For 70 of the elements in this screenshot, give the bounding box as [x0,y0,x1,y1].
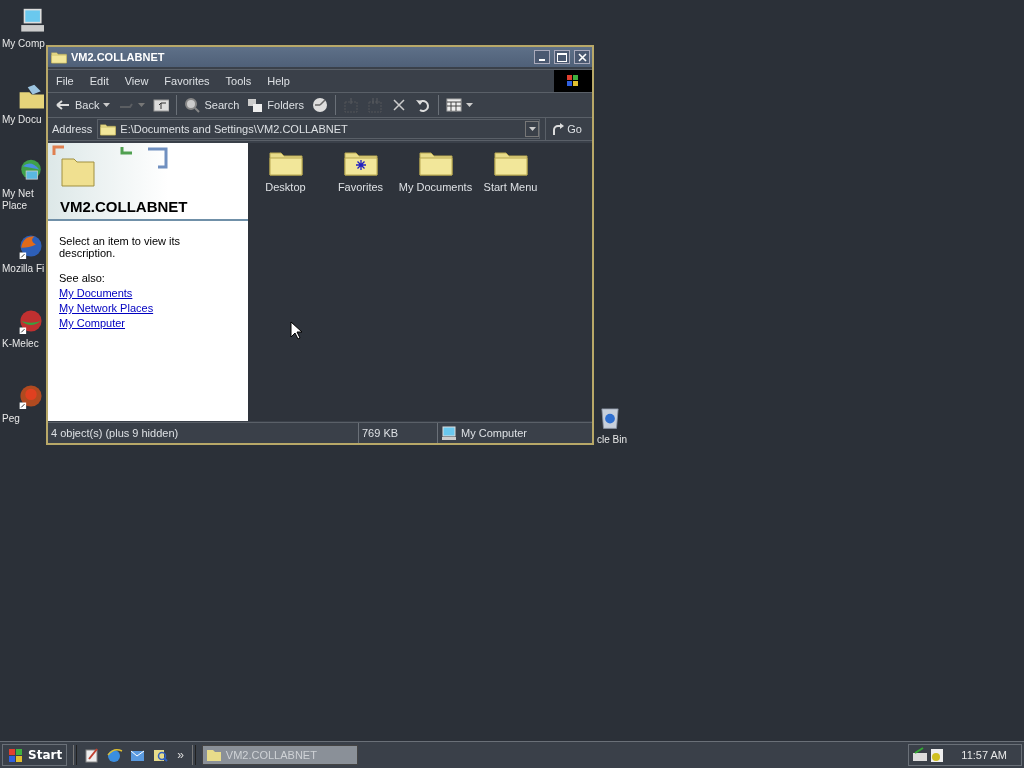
menu-item[interactable]: File [48,75,82,87]
minimize-button[interactable] [534,50,550,64]
link[interactable]: My Computer [59,317,126,329]
status-size: 769 KB [359,423,438,443]
folder-label[interactable]: Desktop [265,181,306,193]
desktop-icon-label: K-Melec [2,338,39,350]
menu-item[interactable]: Help [259,75,298,87]
desktop-icon-label: Place [2,200,27,212]
caret-icon [528,127,536,131]
folder-icon [205,748,222,762]
folder-label[interactable]: Favorites [337,181,384,193]
folder-icon [100,122,117,136]
documents-folder-icon[interactable] [18,84,44,110]
link[interactable]: My Documents [59,287,133,299]
start-button[interactable]: Start [2,744,68,766]
melon-icon[interactable] [18,308,44,334]
desktop-icon-label: My Net [2,188,34,200]
mouse-cursor-icon [290,321,302,340]
caret-icon [138,103,146,107]
folders-icon [247,97,264,113]
up-folder-icon [153,97,170,113]
folder-label[interactable]: My Documents [398,181,473,193]
address-label: Address [52,123,93,135]
desktop-icon-label: cle Bin [597,434,627,446]
more-button[interactable]: » [177,748,184,762]
desktop-icon-label: Mozilla Fi [2,263,45,275]
status-zone: My Computer [461,427,528,439]
globe-icon[interactable] [106,746,124,764]
folders-button[interactable]: Folders [244,95,307,115]
link[interactable]: My Network Places [59,302,154,314]
folder-label[interactable]: Start Menu [483,181,538,193]
maximize-icon [557,52,567,62]
grid-icon [446,97,462,113]
menu-item[interactable]: Favorites [156,75,218,87]
desktop-icon-label: My Comp [2,38,45,50]
computer-icon [441,426,457,440]
description-text: Select an item to view its description. [59,235,182,259]
desktop-icon-label: Peg [2,413,20,425]
status-text: 4 object(s) (plus 9 hidden) [48,423,359,443]
go-arrow-icon [552,123,565,135]
caret-icon [466,103,473,107]
dropdown-button[interactable] [525,121,540,137]
delete-icon [391,97,407,113]
clock: 11:57 AM [961,749,1007,761]
magnifier-icon [184,97,201,113]
computer-icon[interactable] [18,8,44,34]
see-also-label: See also: [59,272,106,284]
views-button[interactable] [443,95,476,115]
menu-item[interactable]: Edit [81,75,117,87]
close-button[interactable] [574,50,590,64]
windows-flag-icon [7,747,25,763]
menu-item[interactable]: Tools [217,75,260,87]
back-arrow-icon [55,97,71,113]
desktop-icon-label: My Docu [2,114,42,126]
go-button[interactable]: Go [545,118,592,140]
search-button[interactable]: Search [181,95,243,115]
maximize-button[interactable] [554,50,570,64]
folder-icon [51,50,67,64]
back-button[interactable]: Back [52,95,114,115]
menu-item[interactable]: View [116,75,157,87]
address-field[interactable]: E:\Documents and Settings\VM2.COLLABNET [97,119,541,139]
window-title: VM2.COLLABNET [71,51,166,63]
clock-icon [312,97,328,113]
pane-title: VM2.COLLABNET [60,198,188,215]
caret-icon [103,103,111,107]
notepad-icon[interactable] [83,746,101,764]
close-icon [577,52,587,62]
undo-icon [415,97,431,113]
browser-icon[interactable] [18,233,44,259]
ball-icon[interactable] [18,383,44,409]
